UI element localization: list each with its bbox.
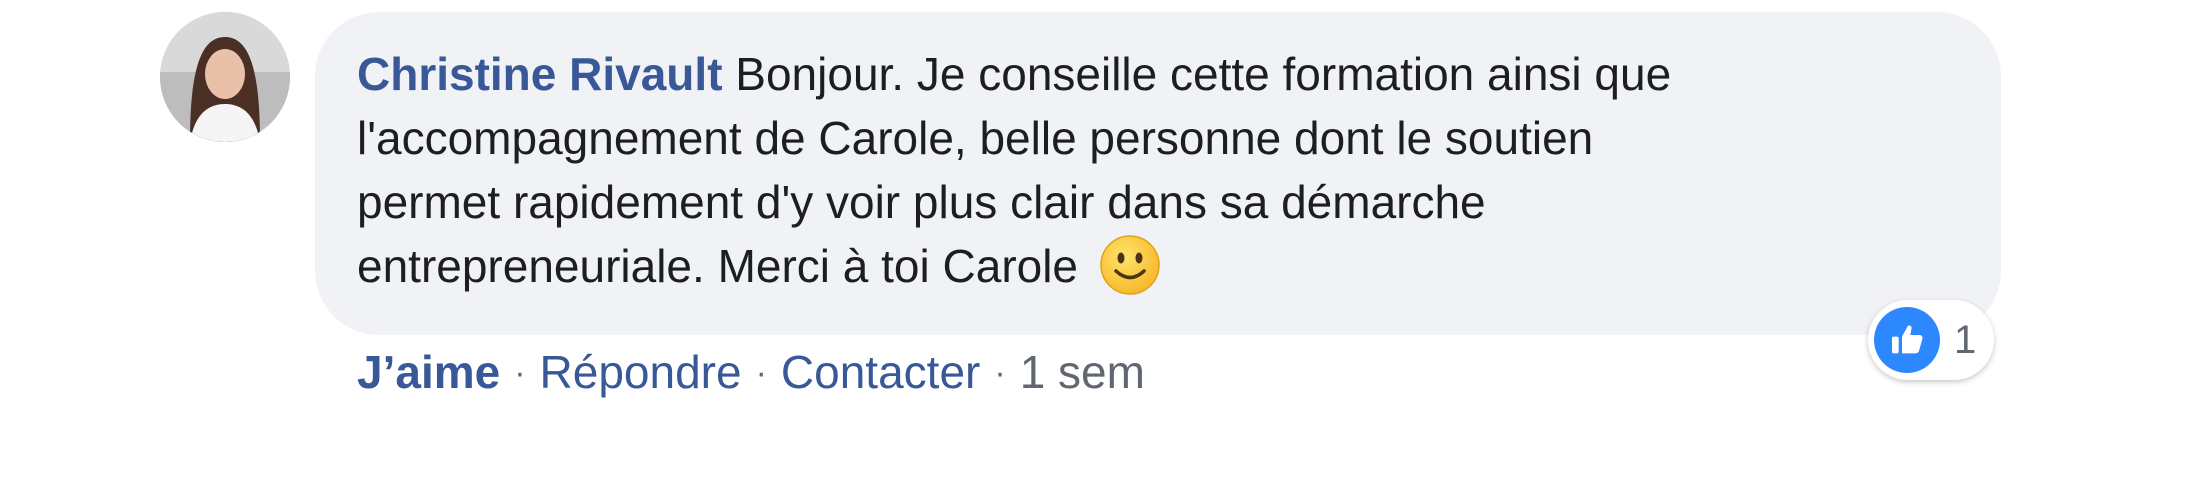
separator: · <box>755 354 767 392</box>
reply-button[interactable]: Répondre <box>540 346 742 398</box>
avatar-photo <box>160 12 290 142</box>
like-button[interactable]: J’aime <box>357 346 500 398</box>
comment-actions: J’aime · Répondre · Contacter · 1 sem <box>357 342 1145 403</box>
comment-author[interactable]: Christine Rivault <box>357 48 723 100</box>
comment-text-line: Bonjour. Je conseille cette formation ai… <box>735 48 1672 100</box>
contact-button[interactable]: Contacter <box>781 346 980 398</box>
separator: · <box>514 354 526 392</box>
comment-bubble: Christine Rivault Bonjour. Je conseille … <box>315 12 2001 335</box>
thumbs-up-icon <box>1874 307 1940 373</box>
comment-timestamp[interactable]: 1 sem <box>1020 346 1145 398</box>
comment: Christine Rivault Bonjour. Je conseille … <box>0 0 2212 502</box>
avatar[interactable] <box>160 12 290 142</box>
separator: · <box>994 354 1006 392</box>
reaction-summary[interactable]: 1 <box>1868 300 1994 380</box>
comment-text-line: permet rapidement d'y voir plus clair da… <box>357 176 1486 228</box>
comment-text-line: entrepreneuriale. Merci à toi Carole <box>357 240 1079 292</box>
comment-text-line: l'accompagnement de Carole, belle person… <box>357 112 1594 164</box>
reaction-count: 1 <box>1954 317 1977 362</box>
slightly-smiling-face-emoji <box>1099 234 1161 296</box>
